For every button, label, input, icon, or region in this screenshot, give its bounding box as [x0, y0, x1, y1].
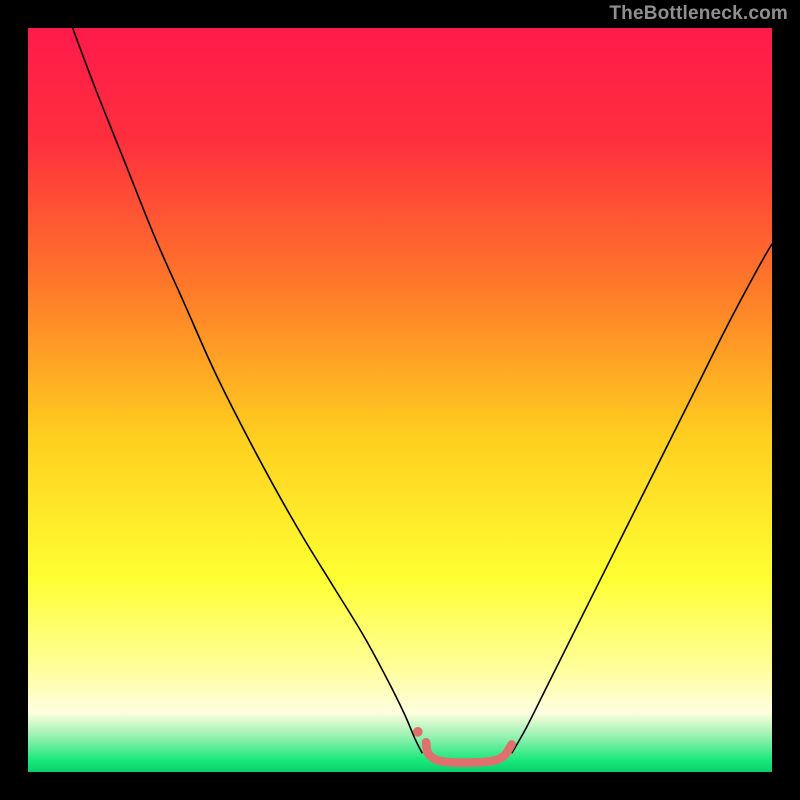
bottom-marker-dot [413, 727, 423, 737]
gradient-background [28, 28, 772, 772]
chart-frame: TheBottleneck.com [0, 0, 800, 800]
plot-area [28, 28, 772, 772]
watermark-text: TheBottleneck.com [609, 3, 788, 25]
chart-svg [28, 28, 772, 772]
